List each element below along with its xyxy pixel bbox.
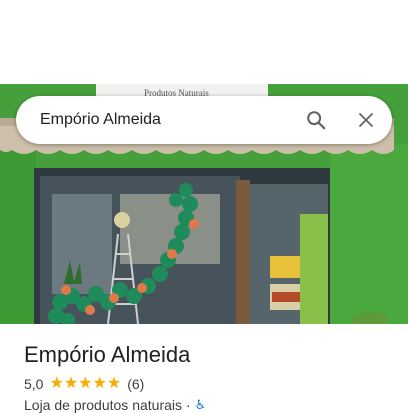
search-button[interactable]: [300, 104, 332, 136]
search-icon: [307, 111, 326, 130]
star-icon: ★: [49, 375, 64, 392]
rating-value: 5,0: [24, 376, 44, 392]
star-icon: ★: [78, 375, 93, 392]
close-button[interactable]: [350, 104, 382, 136]
place-title: Empório Almeida: [24, 342, 191, 367]
star-icon: ★: [106, 375, 122, 392]
search-bar[interactable]: Empório Almeida: [16, 96, 392, 144]
close-icon: [359, 113, 373, 127]
place-category: Loja de produtos naturais: [24, 397, 182, 413]
category-row: Loja de produtos naturais · ♿: [24, 397, 206, 413]
rating-stars: ★ ★ ★ ★ ★: [49, 376, 121, 392]
rating-row[interactable]: 5,0 ★ ★ ★ ★ ★ (6): [24, 375, 144, 393]
star-icon: ★: [63, 375, 79, 392]
review-count[interactable]: (6): [127, 376, 144, 392]
star-icon: ★: [92, 375, 107, 392]
separator: ·: [186, 397, 191, 413]
wheelchair-icon: ♿: [194, 397, 207, 412]
search-input[interactable]: Empório Almeida: [40, 110, 161, 130]
